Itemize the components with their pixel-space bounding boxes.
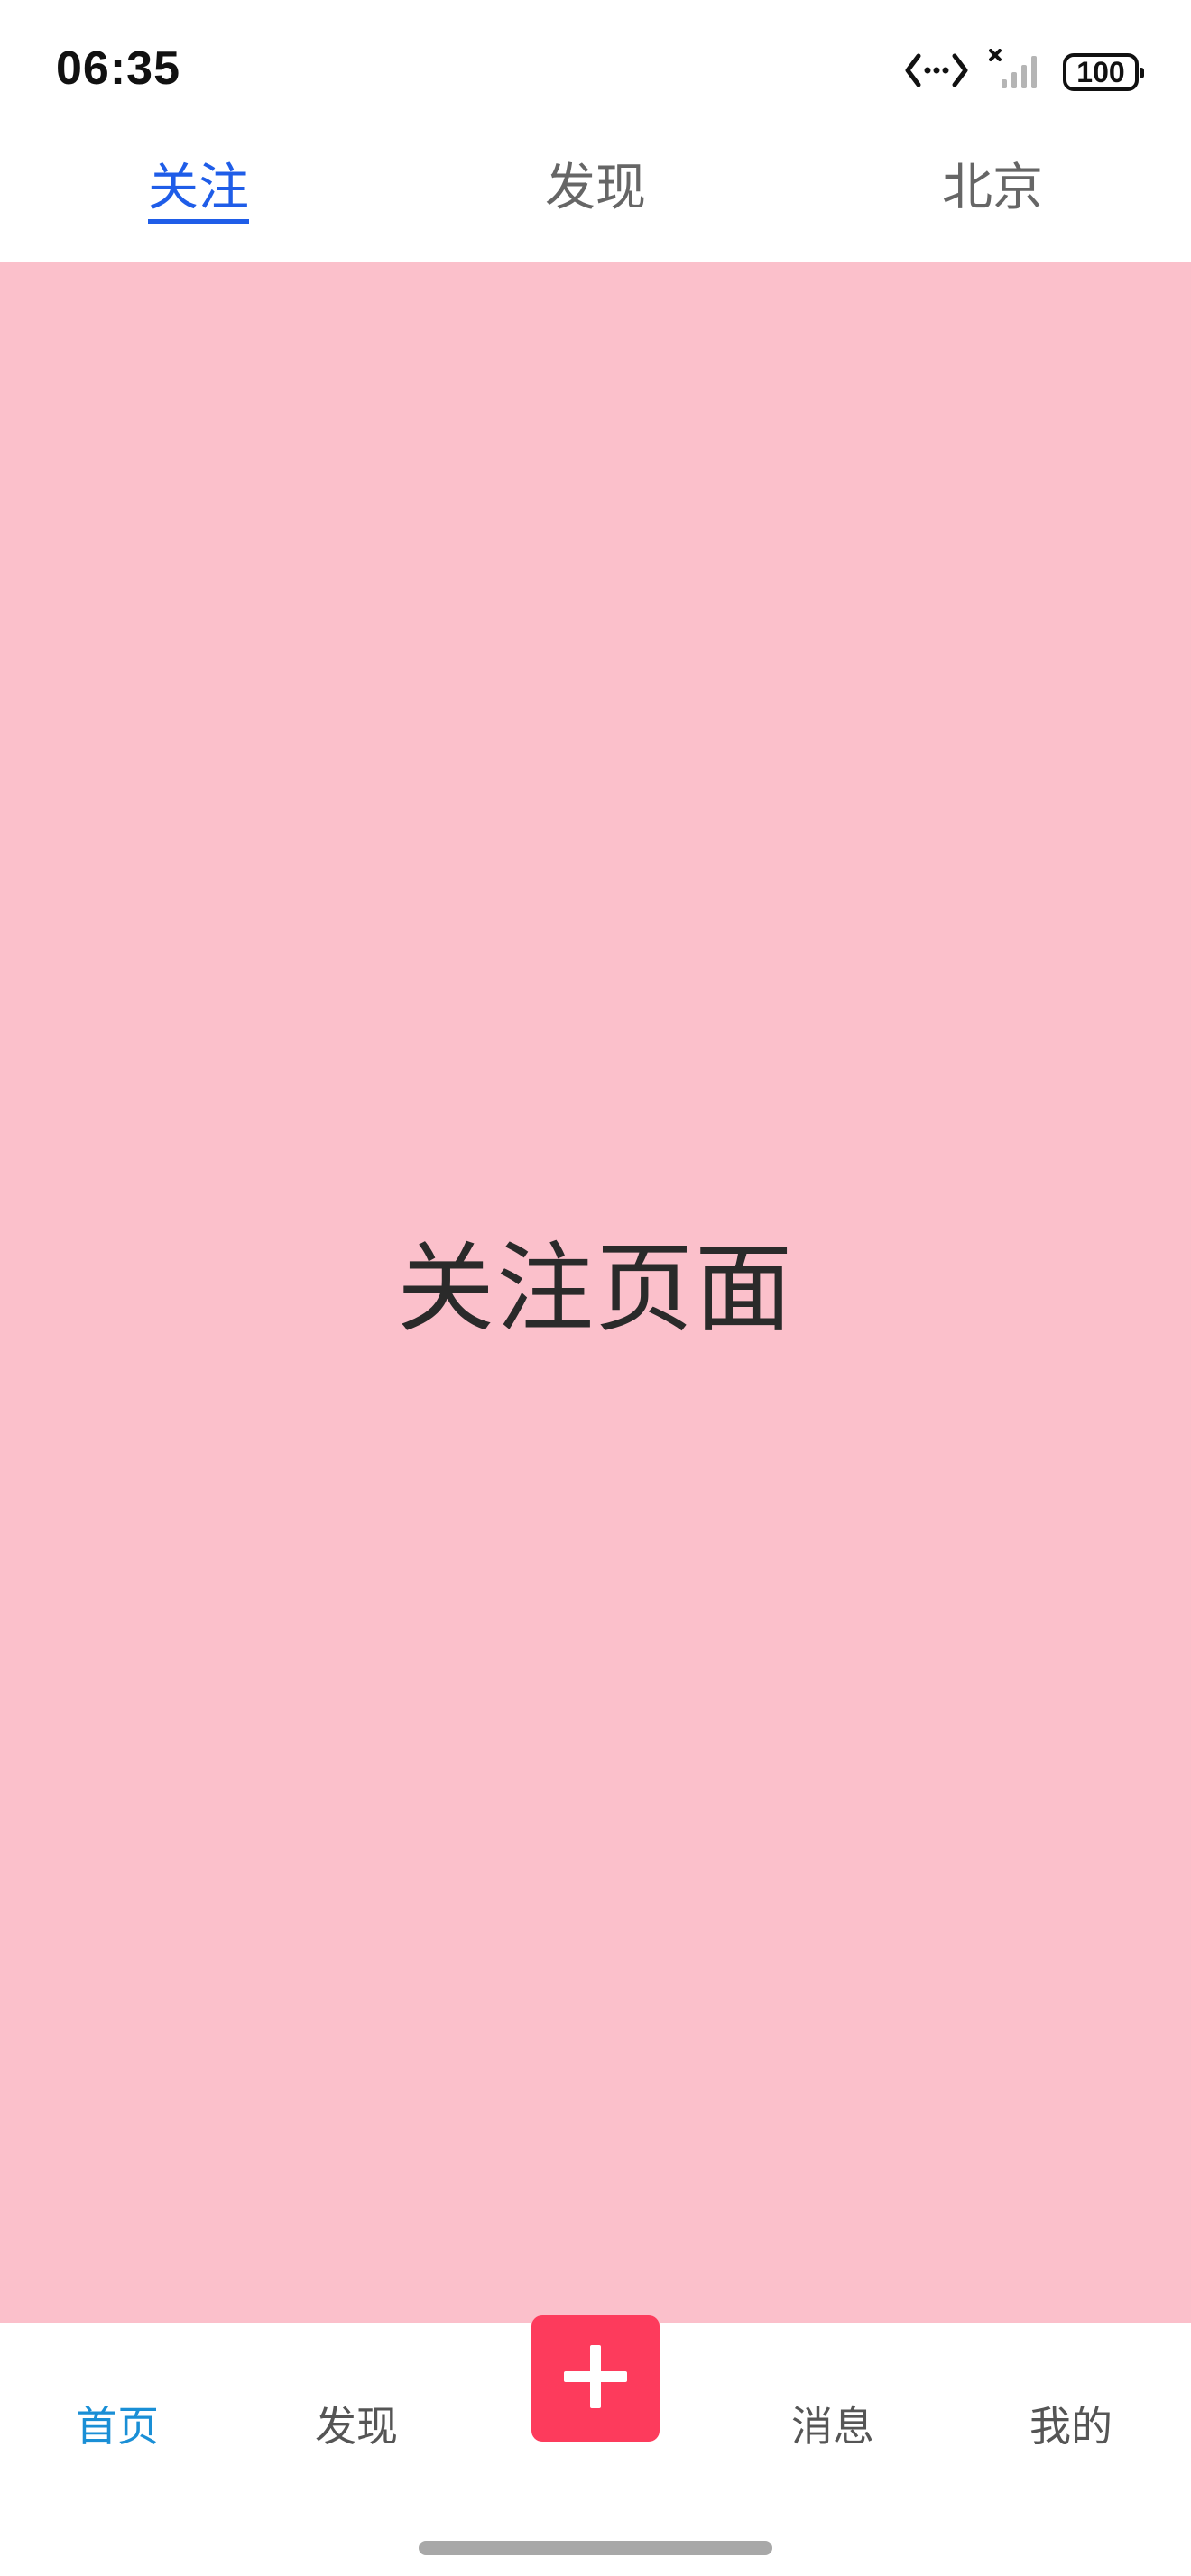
follow-page-content: 关注页面 [0,262,1191,2323]
data-transfer-icon [904,49,969,96]
nav-discover[interactable]: 发现 [266,2395,447,2458]
nav-home[interactable]: 首页 [27,2395,208,2458]
battery-icon: 100 [1063,53,1144,91]
plus-icon [562,2343,629,2414]
no-signal-icon [989,49,1043,96]
nav-messages[interactable]: 消息 [743,2395,923,2458]
status-time: 06:35 [56,42,180,95]
tab-beijing[interactable]: 北京 [884,157,1101,238]
nav-mine[interactable]: 我的 [981,2395,1161,2458]
tab-beijing-label: 北京 [942,159,1043,217]
tab-discover-label: 发现 [545,159,646,217]
battery-level: 100 [1076,56,1125,88]
status-bar: 06:35 100 [0,0,1191,135]
add-button[interactable] [531,2315,660,2442]
status-icons: 100 [904,45,1144,99]
tab-follow[interactable]: 关注 [90,157,307,238]
top-tab-bar: 关注 发现 北京 [0,135,1191,262]
tab-follow-label: 关注 [148,159,249,224]
home-indicator[interactable] [419,2541,772,2555]
tab-discover[interactable]: 发现 [487,157,704,238]
page-title: 关注页面 [396,1233,794,1346]
